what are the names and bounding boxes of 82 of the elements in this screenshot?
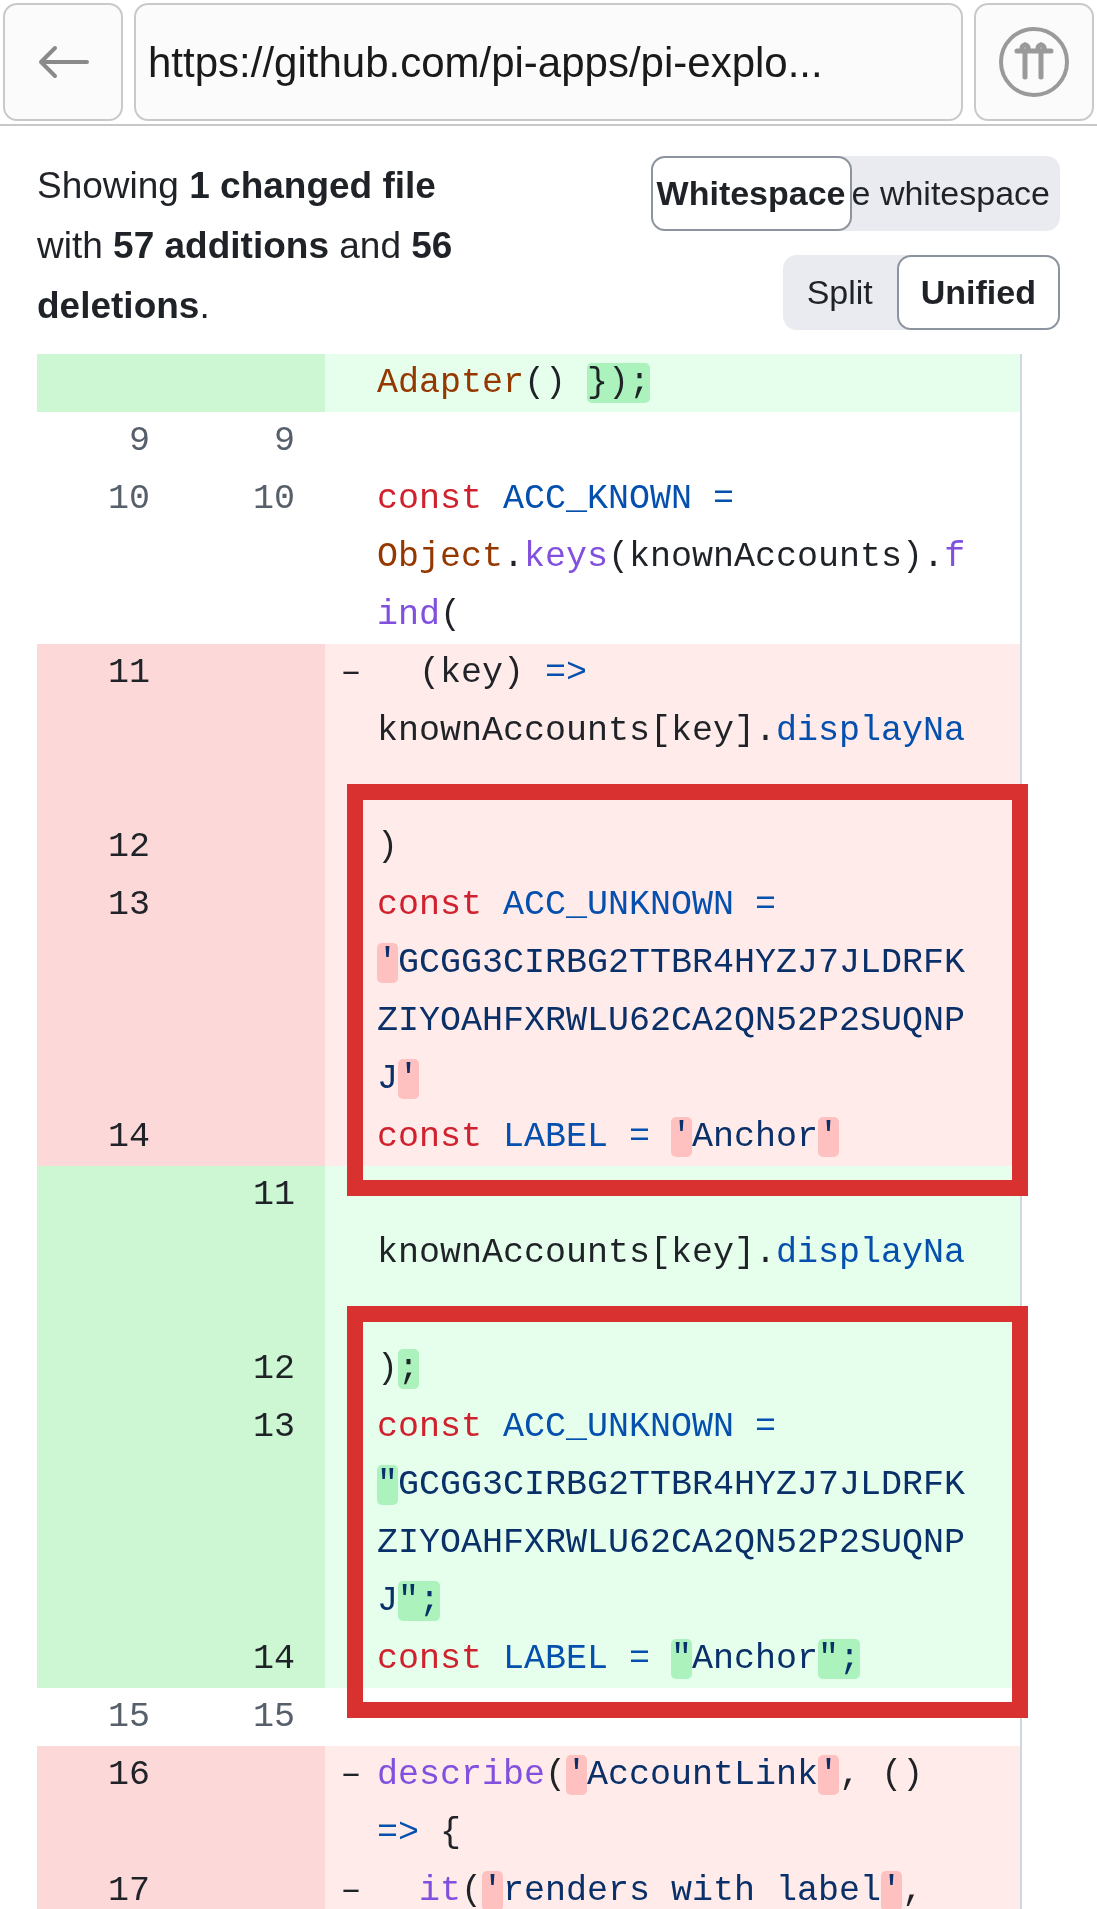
code-token: ' xyxy=(818,1755,840,1795)
line-number-cell: 12 xyxy=(37,760,190,876)
code-token: displayNa xyxy=(776,1233,966,1273)
code-token: knownAccounts[key]. xyxy=(377,1233,777,1273)
code-token: , xyxy=(902,1871,924,1909)
code-token: renders with label xyxy=(503,1871,882,1909)
code-token: displayNa xyxy=(776,711,966,751)
code-token: "; xyxy=(818,1639,861,1679)
line-number-cell: 17 xyxy=(37,1862,190,1909)
code-token: }); xyxy=(587,363,651,403)
pi-button[interactable] xyxy=(974,3,1094,121)
code-token: Object xyxy=(377,537,504,577)
code-token: => xyxy=(545,653,588,693)
code-token: Anchor xyxy=(692,1639,819,1679)
code-token: ZIYOAHFXRWLU62CA2QN52P2SUQNP xyxy=(377,1523,966,1563)
code-token: ind xyxy=(377,595,440,635)
line-number-cell: 12 xyxy=(190,1282,325,1398)
code-token: ' xyxy=(671,1117,693,1157)
code-token: ( xyxy=(440,595,462,635)
code-token: " xyxy=(377,1465,398,1505)
code-token: const xyxy=(377,885,484,925)
line-number-cell: 14 xyxy=(37,1108,190,1166)
code-token: () xyxy=(524,363,568,403)
code-token: . xyxy=(503,537,525,577)
marker-cell: – xyxy=(325,1862,377,1909)
code-token: " xyxy=(671,1639,693,1679)
line-number-cell: 16 xyxy=(37,1746,190,1862)
code-token: J xyxy=(377,1581,398,1621)
code-token: const xyxy=(377,1407,484,1447)
code-token: Adapter xyxy=(377,363,525,403)
code-token: ACC_UNKNOWN = xyxy=(503,1407,777,1447)
code-token: ACC_UNKNOWN = xyxy=(503,885,777,925)
code-token: ' xyxy=(482,1871,504,1909)
code-token: ; xyxy=(398,1349,420,1389)
code-token: ' xyxy=(377,943,398,983)
code-token: ( xyxy=(545,1755,567,1795)
diff-summary: Showing 1 changed file with 57 additions and 56 deletions. xyxy=(37,164,454,328)
code-token: AccountLink xyxy=(587,1755,819,1795)
code-token: ' xyxy=(818,1117,840,1157)
pi-logo-icon xyxy=(997,25,1071,99)
line-number-cell: 13 xyxy=(190,1398,325,1630)
view-mode-tab[interactable]: Unified xyxy=(896,255,1060,330)
whitespace-label: e whitespace xyxy=(851,173,1051,214)
line-number-cell: 14 xyxy=(190,1630,325,1688)
code-token: LABEL = xyxy=(503,1639,652,1679)
code-token: keys xyxy=(524,537,609,577)
code-token: ) xyxy=(377,827,398,867)
back-arrow-icon xyxy=(37,45,89,79)
marker-cell: – xyxy=(325,644,377,760)
code-token: GCGG3CIRBG2TTBR4HYZJ7JLDRFK xyxy=(398,943,966,983)
code-token: Anchor xyxy=(692,1117,819,1157)
code-token: const xyxy=(377,479,484,519)
line-number-cell: 13 xyxy=(37,876,190,1108)
code-token: ' xyxy=(398,1059,420,1099)
marker-cell: – xyxy=(325,1746,377,1862)
line-number-cell: 11 xyxy=(190,1166,325,1282)
code-token: GCGG3CIRBG2TTBR4HYZJ7JLDRFK xyxy=(398,1465,966,1505)
code-token: (key) xyxy=(418,653,526,693)
code-token: it xyxy=(418,1871,461,1909)
back-button[interactable] xyxy=(3,3,123,121)
view-mode-tab[interactable]: Split xyxy=(782,255,897,330)
code-token: ' xyxy=(566,1755,588,1795)
code-token: ACC_KNOWN = xyxy=(503,479,735,519)
code-token: { xyxy=(440,1813,462,1853)
code-token: => xyxy=(377,1813,420,1853)
code-token: ' xyxy=(881,1871,903,1909)
code-token: (knownAccounts). xyxy=(608,537,945,577)
code-token: const xyxy=(377,1117,484,1157)
whitespace-button[interactable]: Whitespace xyxy=(650,156,852,231)
code-token: , () xyxy=(839,1755,924,1795)
code-token: ( xyxy=(461,1871,483,1909)
code-token: J xyxy=(377,1059,398,1099)
code-token: ) xyxy=(377,1349,398,1389)
code-token: LABEL = xyxy=(503,1117,652,1157)
code-token: ZIYOAHFXRWLU62CA2QN52P2SUQNP xyxy=(377,1001,966,1041)
line-number-cell: 11 xyxy=(37,644,190,760)
code-token: const xyxy=(377,1639,484,1679)
url-field[interactable]: https://github.com/pi-apps/pi-explo... xyxy=(134,3,963,121)
code-token: "; xyxy=(398,1581,441,1621)
code-token: f xyxy=(944,537,966,577)
code-token: knownAccounts[key]. xyxy=(377,711,777,751)
code-token: describe xyxy=(377,1755,546,1795)
